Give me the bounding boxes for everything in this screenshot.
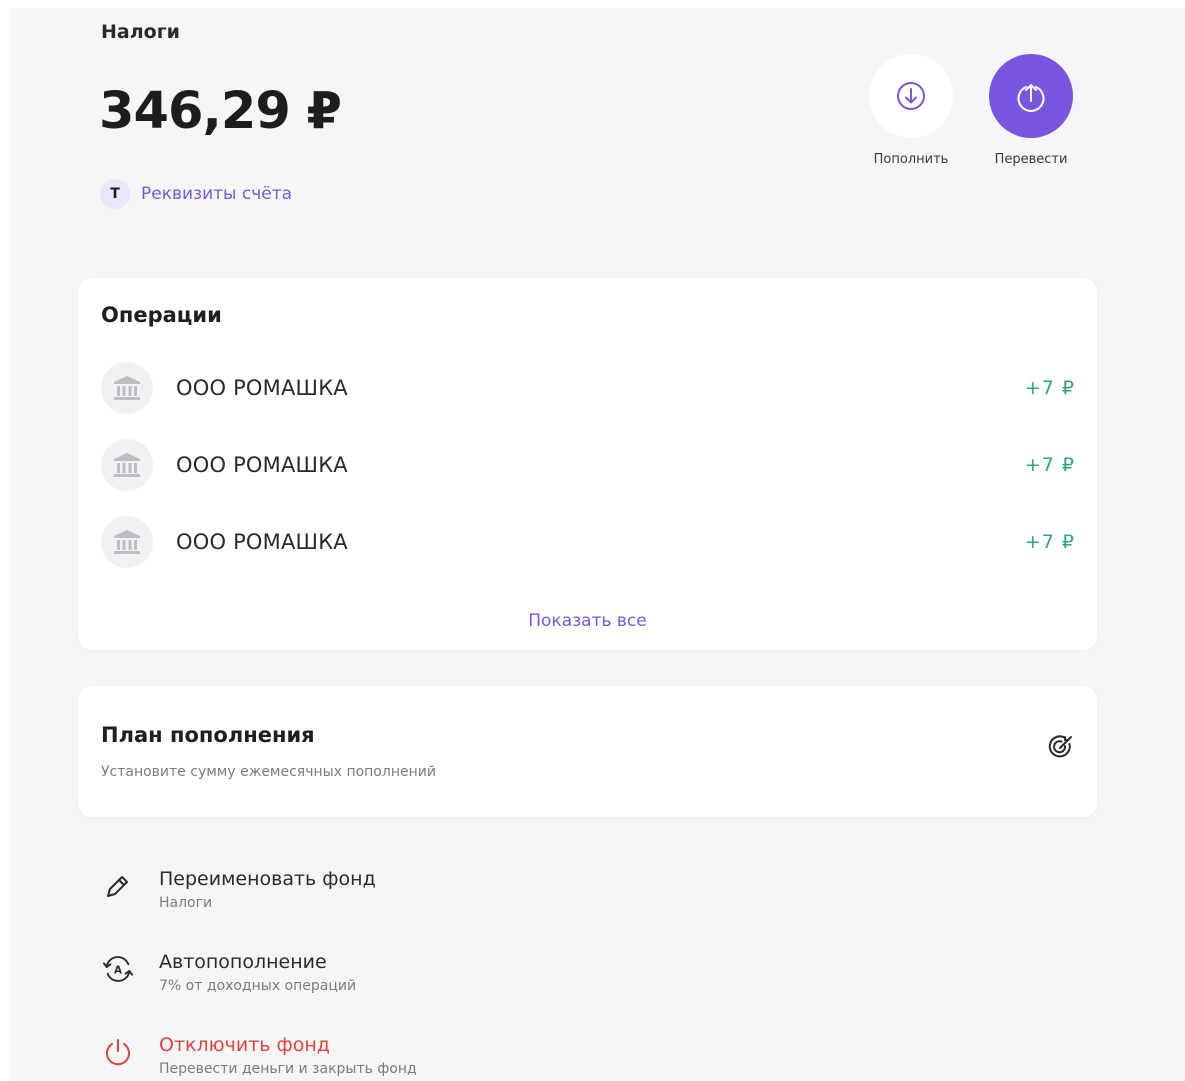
operations-title: Операции — [101, 303, 222, 327]
autotopup-subtitle: 7% от доходных операций — [159, 978, 357, 994]
operation-icon-wrap — [101, 516, 153, 568]
operation-row[interactable]: ООО РОМАШКА +7 ₽ — [101, 361, 1075, 415]
fund-balance: 346,29 ₽ — [99, 82, 342, 141]
operation-icon-wrap — [101, 439, 153, 491]
setting-icon-wrap — [102, 870, 134, 902]
setting-text: Переименовать фонд Налоги — [159, 868, 376, 911]
disable-fund-title: Отключить фонд — [159, 1034, 330, 1056]
operation-row[interactable]: ООО РОМАШКА +7 ₽ — [101, 515, 1075, 569]
setting-text: Отключить фонд Перевести деньги и закрыт… — [159, 1034, 417, 1077]
operation-icon-wrap — [101, 362, 153, 414]
rename-fund-title: Переименовать фонд — [159, 868, 376, 890]
bank-icon — [114, 453, 140, 477]
transfer-button[interactable]: Перевести — [976, 54, 1086, 167]
rename-fund-item[interactable]: Переименовать фонд Налоги — [102, 868, 376, 911]
operation-amount: +7 ₽ — [1024, 377, 1075, 399]
pencil-icon — [107, 876, 128, 897]
plan-title: План пополнения — [101, 723, 315, 747]
svg-text:A: A — [114, 965, 122, 977]
operation-name: ООО РОМАШКА — [176, 530, 348, 554]
rename-fund-subtitle: Налоги — [159, 895, 213, 911]
fund-page: Налоги 346,29 ₽ T Реквизиты счёта Пополн… — [10, 8, 1185, 1081]
autotopup-item[interactable]: A Автопополнение 7% от доходных операций — [102, 951, 356, 994]
setting-icon-wrap — [102, 1036, 134, 1068]
show-all-operations-link[interactable]: Показать все — [78, 611, 1097, 631]
operation-amount: +7 ₽ — [1024, 531, 1075, 553]
disable-fund-subtitle: Перевести деньги и закрыть фонд — [159, 1061, 417, 1077]
bank-icon — [114, 530, 140, 554]
operation-name: ООО РОМАШКА — [176, 376, 348, 400]
topup-label: Пополнить — [873, 152, 949, 167]
bank-logo-badge: T — [100, 179, 130, 209]
topup-circle[interactable] — [869, 54, 953, 138]
transfer-circle[interactable] — [989, 54, 1073, 138]
account-requisites-link[interactable]: T Реквизиты счёта — [100, 179, 292, 209]
requisites-label: Реквизиты счёта — [141, 184, 293, 204]
arrow-down-circle-icon — [897, 82, 925, 110]
plan-subtitle: Установите сумму ежемесячных пополнений — [101, 764, 436, 780]
topup-plan-card[interactable]: План пополнения Установите сумму ежемеся… — [78, 686, 1097, 817]
disable-fund-item[interactable]: Отключить фонд Перевести деньги и закрыт… — [102, 1034, 417, 1077]
setting-text: Автопополнение 7% от доходных операций — [159, 951, 356, 994]
setting-icon-wrap: A — [102, 953, 134, 985]
target-icon — [1048, 735, 1072, 758]
autotopup-icon: A — [102, 956, 134, 982]
transfer-label: Перевести — [994, 152, 1068, 167]
topup-button[interactable]: Пополнить — [856, 54, 966, 167]
operation-amount: +7 ₽ — [1024, 454, 1075, 476]
operations-card: Операции ООО РОМАШКА +7 ₽ ООО РОМАШКА +7… — [78, 278, 1097, 650]
operation-row[interactable]: ООО РОМАШКА +7 ₽ — [101, 438, 1075, 492]
autotopup-title: Автопополнение — [159, 951, 327, 973]
power-icon — [106, 1039, 130, 1066]
fund-title: Налоги — [101, 21, 180, 43]
arrow-up-circle-icon — [1017, 84, 1045, 112]
operation-name: ООО РОМАШКА — [176, 453, 348, 477]
bank-icon — [114, 376, 140, 400]
